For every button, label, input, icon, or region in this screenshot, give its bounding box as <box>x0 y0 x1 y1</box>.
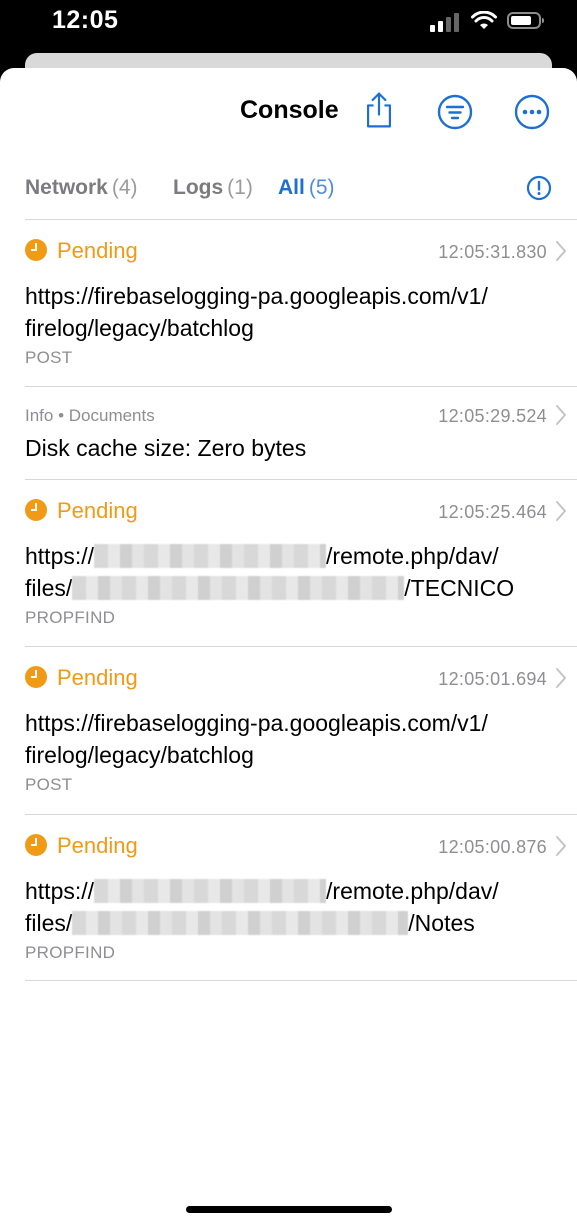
log-category: Info • Documents <box>25 406 155 425</box>
status-label: Pending <box>57 498 138 523</box>
request-url: https://firebaselogging-pa.googleapis.co… <box>25 280 545 344</box>
http-method: POST <box>25 348 73 367</box>
tab-logs-count: (1) <box>227 176 253 199</box>
request-url: https:// /remote.php/dav/ files/ /Notes <box>25 875 545 939</box>
tab-all-label: All <box>278 176 305 199</box>
chevron-right-icon <box>556 501 566 521</box>
timestamp: 12:05:25.464 <box>438 502 547 522</box>
alert-icon[interactable] <box>526 175 552 201</box>
url-line: https://firebaselogging-pa.googleapis.co… <box>25 710 488 736</box>
chevron-right-icon <box>556 241 566 261</box>
page-title: Console <box>240 96 339 124</box>
timestamp: 12:05:01.694 <box>438 669 547 689</box>
filter-icon[interactable] <box>435 92 475 132</box>
timestamp: 12:05:00.876 <box>438 837 547 857</box>
redacted-host <box>94 544 327 568</box>
url-line: https:// /remote.php/dav/ <box>25 875 545 907</box>
timestamp: 12:05:31.830 <box>438 242 547 262</box>
url-suffix: /TECNICO <box>404 575 515 601</box>
redacted-host <box>94 879 327 903</box>
tab-all[interactable]: All (5) <box>278 176 335 200</box>
status-time: 12:05 <box>52 6 119 34</box>
redacted-path <box>72 911 409 935</box>
wifi-icon <box>471 11 497 29</box>
chevron-right-icon <box>556 405 566 425</box>
divider <box>25 646 577 647</box>
url-prefix: https:// <box>25 543 95 569</box>
log-message: Disk cache size: Zero bytes <box>25 435 307 461</box>
divider <box>25 386 577 387</box>
url-line: https:// /remote.php/dav/ <box>25 540 545 572</box>
tab-network-label: Network <box>25 176 108 199</box>
url-line: firelog/legacy/batchlog <box>25 742 254 768</box>
request-url: https:// /remote.php/dav/ files/ /TECNICO <box>25 540 545 604</box>
chevron-right-icon <box>556 836 566 856</box>
tab-network[interactable]: Network (4) <box>25 176 138 200</box>
divider <box>25 814 577 815</box>
url-prefix: files/ <box>25 910 73 936</box>
url-suffix: /remote.php/dav/ <box>326 543 499 569</box>
chevron-right-icon <box>556 668 566 688</box>
clock-icon <box>25 239 47 261</box>
divider <box>25 980 577 981</box>
url-suffix: /Notes <box>408 910 475 936</box>
tab-all-count: (5) <box>308 176 335 199</box>
redacted-path <box>72 576 405 600</box>
share-icon[interactable] <box>359 90 399 130</box>
status-label: Pending <box>57 833 138 858</box>
url-line: files/ /TECNICO <box>25 572 545 604</box>
tab-logs[interactable]: Logs (1) <box>173 176 253 200</box>
url-prefix: https:// <box>25 878 95 904</box>
http-method: PROPFIND <box>25 608 116 627</box>
clock-icon <box>25 499 47 521</box>
clock-icon <box>25 666 47 688</box>
console-sheet: Console Network (4) Logs (1) All (5) Pen… <box>0 68 577 1225</box>
status-label: Pending <box>57 665 138 690</box>
http-method: PROPFIND <box>25 943 116 962</box>
status-bar: 12:05 <box>0 0 577 50</box>
tab-logs-label: Logs <box>173 176 224 199</box>
clock-icon <box>25 834 47 856</box>
url-line: files/ /Notes <box>25 907 545 939</box>
url-prefix: files/ <box>25 575 73 601</box>
battery-icon <box>507 12 544 29</box>
http-method: POST <box>25 775 73 794</box>
timestamp: 12:05:29.524 <box>438 406 547 426</box>
status-pending: Pending <box>25 665 138 691</box>
status-pending: Pending <box>25 238 138 264</box>
tab-network-count: (4) <box>111 176 138 199</box>
more-icon[interactable] <box>512 92 552 132</box>
status-label: Pending <box>57 238 138 263</box>
url-line: firelog/legacy/batchlog <box>25 315 254 341</box>
divider <box>25 219 577 220</box>
status-pending: Pending <box>25 833 138 859</box>
url-suffix: /remote.php/dav/ <box>326 878 499 904</box>
status-pending: Pending <box>25 498 138 524</box>
home-indicator[interactable] <box>186 1206 392 1213</box>
cellular-signal-icon <box>430 13 459 32</box>
divider <box>25 479 577 480</box>
url-line: https://firebaselogging-pa.googleapis.co… <box>25 283 488 309</box>
request-url: https://firebaselogging-pa.googleapis.co… <box>25 707 545 771</box>
